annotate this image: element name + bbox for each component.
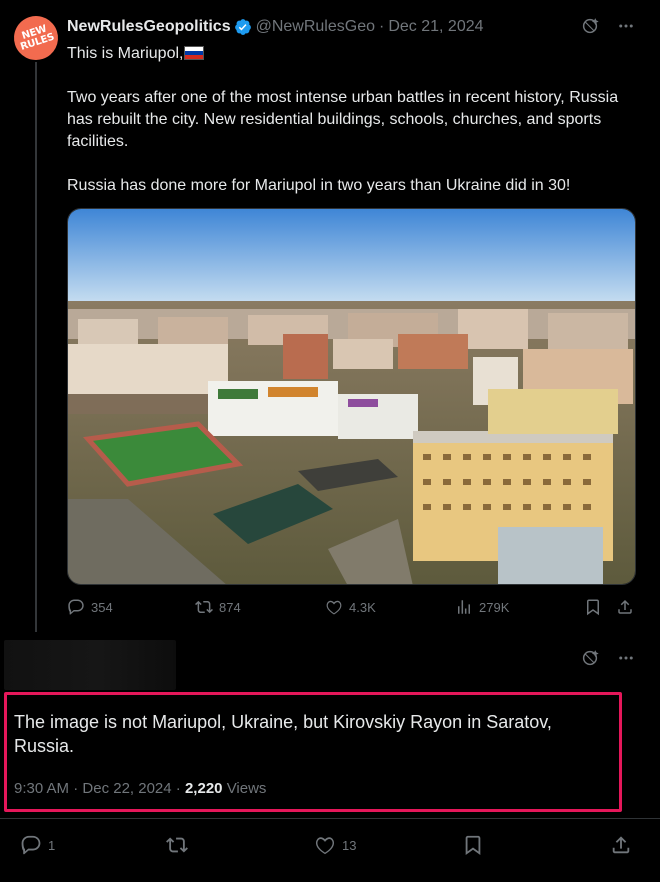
reply-date[interactable]: Dec 22, 2024 [82,780,171,797]
reply-views-label: Views [226,780,267,797]
city-aerial-photo [68,209,635,584]
tweet-photo[interactable] [67,208,636,585]
tweet-date[interactable]: Dec 21, 2024 [388,18,483,36]
tweet-header-actions [580,16,636,36]
like-icon [326,600,342,615]
blurred-author [4,640,176,690]
tweet-text-para2: Two years after one of the most intense … [67,89,619,150]
separator-dot: · [73,780,79,797]
reply-icon [68,599,84,615]
reply-count: 354 [91,599,113,615]
avatar[interactable]: NEW RULES [8,10,64,66]
repost-button[interactable]: 874 [195,598,241,616]
more-icon[interactable] [616,648,636,668]
reply-header-actions [580,648,636,668]
share-icon [618,599,632,614]
more-icon[interactable] [616,16,636,36]
bookmark-icon [587,599,599,616]
like-icon [315,837,335,855]
like-count: 4.3K [349,599,376,615]
display-name[interactable]: NewRulesGeopolitics [67,18,231,36]
reply-button[interactable]: 354 [67,598,113,616]
reply-time[interactable]: 9:30 AM [14,780,69,797]
views-button[interactable]: 279K [455,598,509,616]
original-tweet[interactable]: NEW RULES NewRulesGeopolitics @NewRulesG… [0,0,660,640]
like-button[interactable]: 13 [314,834,356,856]
tweet-text-para3: Russia has done more for Mariupol in two… [67,177,571,194]
tweet-text-line1: This is Mariupol, [67,45,184,62]
views-icon [458,600,470,614]
avatar-text: NEW RULES [19,23,56,53]
russian-flag-icon [184,46,205,60]
separator-dot: · [175,780,181,797]
divider [0,818,660,819]
repost-icon [195,600,213,614]
repost-button[interactable] [166,834,188,856]
reply-text: The image is not Mariupol, Ukraine, but … [14,712,552,756]
bookmark-button[interactable] [462,834,484,856]
verified-icon [234,19,251,35]
thread-line [35,62,37,640]
tweet-text: This is Mariupol, Two years after one of… [67,43,627,197]
reply-icon [21,835,41,855]
like-button[interactable]: 4.3K [325,598,376,616]
share-button[interactable] [616,598,634,616]
handle[interactable]: @NewRulesGeo [256,18,375,36]
separator-dot: · [379,18,385,35]
like-count: 13 [342,837,357,853]
reply-meta: 9:30 AM · Dec 22, 2024 · 2,220 Views [14,780,266,797]
tweet-action-bar: 354 874 4.3K 279K [67,598,636,620]
reply-tweet[interactable]: The image is not Mariupol, Ukraine, but … [0,632,660,882]
views-count: 279K [479,599,510,615]
bookmark-icon [465,835,481,856]
tweet-header: NewRulesGeopolitics @NewRulesGeo · Dec 2… [67,16,484,38]
reply-action-bar: 1 13 [0,834,660,858]
share-button[interactable] [610,834,632,856]
reply-button[interactable]: 1 [20,834,55,856]
share-icon [612,836,630,854]
repost-icon [166,837,188,853]
reply-views-count: 2,220 [184,780,223,797]
bookmark-button[interactable] [584,598,602,616]
grok-icon[interactable] [580,16,600,36]
repost-count: 874 [219,599,241,615]
reply-count: 1 [48,837,56,853]
grok-icon[interactable] [580,648,600,668]
